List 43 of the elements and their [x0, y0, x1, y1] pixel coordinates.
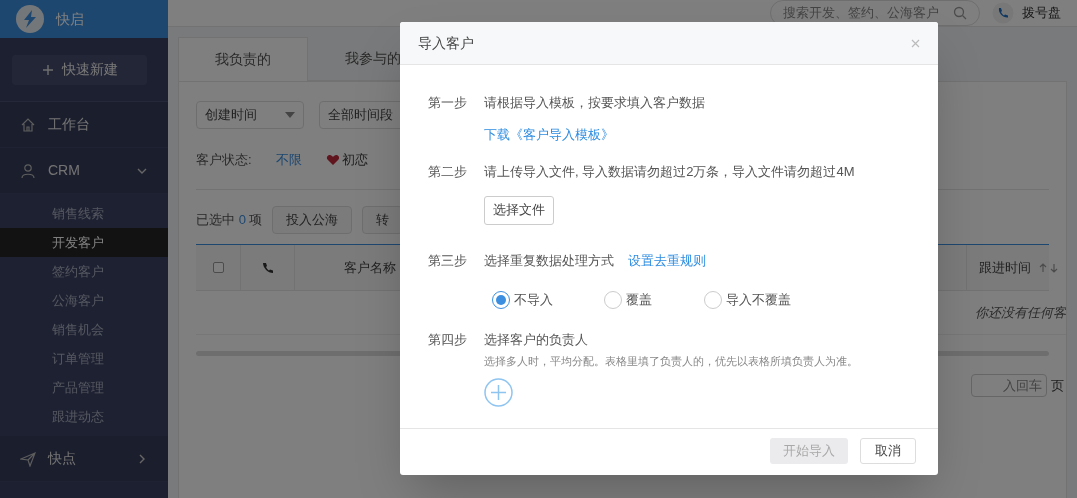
status-label: 客户状态:: [196, 150, 252, 169]
app-name: 快启: [56, 9, 84, 29]
quick-create-button[interactable]: 快速新建: [12, 54, 147, 85]
step-label: 第一步: [428, 94, 468, 112]
step-label: 第三步: [428, 251, 468, 270]
search-icon: [953, 6, 967, 20]
radio-option[interactable]: 不导入: [492, 290, 604, 310]
step-label: 第二步: [428, 163, 468, 181]
close-icon: [911, 38, 920, 48]
user-icon: [20, 162, 36, 179]
radio-option[interactable]: 覆盖: [604, 290, 704, 310]
home-icon: [20, 116, 36, 133]
logo-icon: [16, 5, 44, 33]
checkbox[interactable]: [212, 262, 224, 273]
dedupe-rules-link[interactable]: 设置去重规则: [628, 250, 706, 270]
template-download-link[interactable]: 下载《客户导入模板》: [484, 124, 705, 144]
page-suffix: 页: [1051, 376, 1064, 395]
column-header: 跟进时间: [979, 258, 1031, 277]
filter-dropdown[interactable]: 创建时间: [196, 101, 304, 129]
phone-icon: [261, 261, 274, 274]
radio-option[interactable]: 导入不覆盖: [704, 290, 804, 310]
step-text: 选择重复数据处理方式: [484, 251, 614, 270]
status-option[interactable]: 初恋: [325, 149, 368, 170]
selection-count: 已选中 0 项: [196, 211, 263, 230]
step-label: 第四步: [428, 330, 468, 349]
step-text: 选择客户的负责人: [484, 330, 588, 349]
column-header: 客户名称: [344, 258, 396, 277]
dialpad-button[interactable]: 拨号盘: [992, 2, 1061, 24]
plus-icon: [41, 63, 54, 76]
status-option[interactable]: 不限: [275, 149, 302, 170]
heart-icon: [325, 153, 340, 166]
choose-file-button[interactable]: 选择文件: [484, 195, 554, 225]
paper-plane-icon: [20, 450, 36, 467]
page-input[interactable]: 入回车: [971, 374, 1047, 397]
step-text: 请上传导入文件, 导入数据请勿超过2万条，导入文件请勿超过4M: [484, 163, 855, 181]
sidebar-subitem[interactable]: 开发客户: [0, 228, 168, 257]
step-text: 请根据导入模板，按要求填入客户数据: [484, 94, 705, 112]
action-button[interactable]: 投入公海: [272, 206, 353, 234]
empty-message: 你还没有任何客: [975, 303, 1066, 322]
hint-text: 选择多人时，平均分配。表格里填了负责人的，优先以表格所填负责人为准。: [484, 354, 858, 369]
tab[interactable]: 我负责的: [178, 37, 308, 81]
sort-arrows-icon: [1039, 262, 1059, 273]
dialog-button[interactable]: 取消: [860, 438, 916, 464]
